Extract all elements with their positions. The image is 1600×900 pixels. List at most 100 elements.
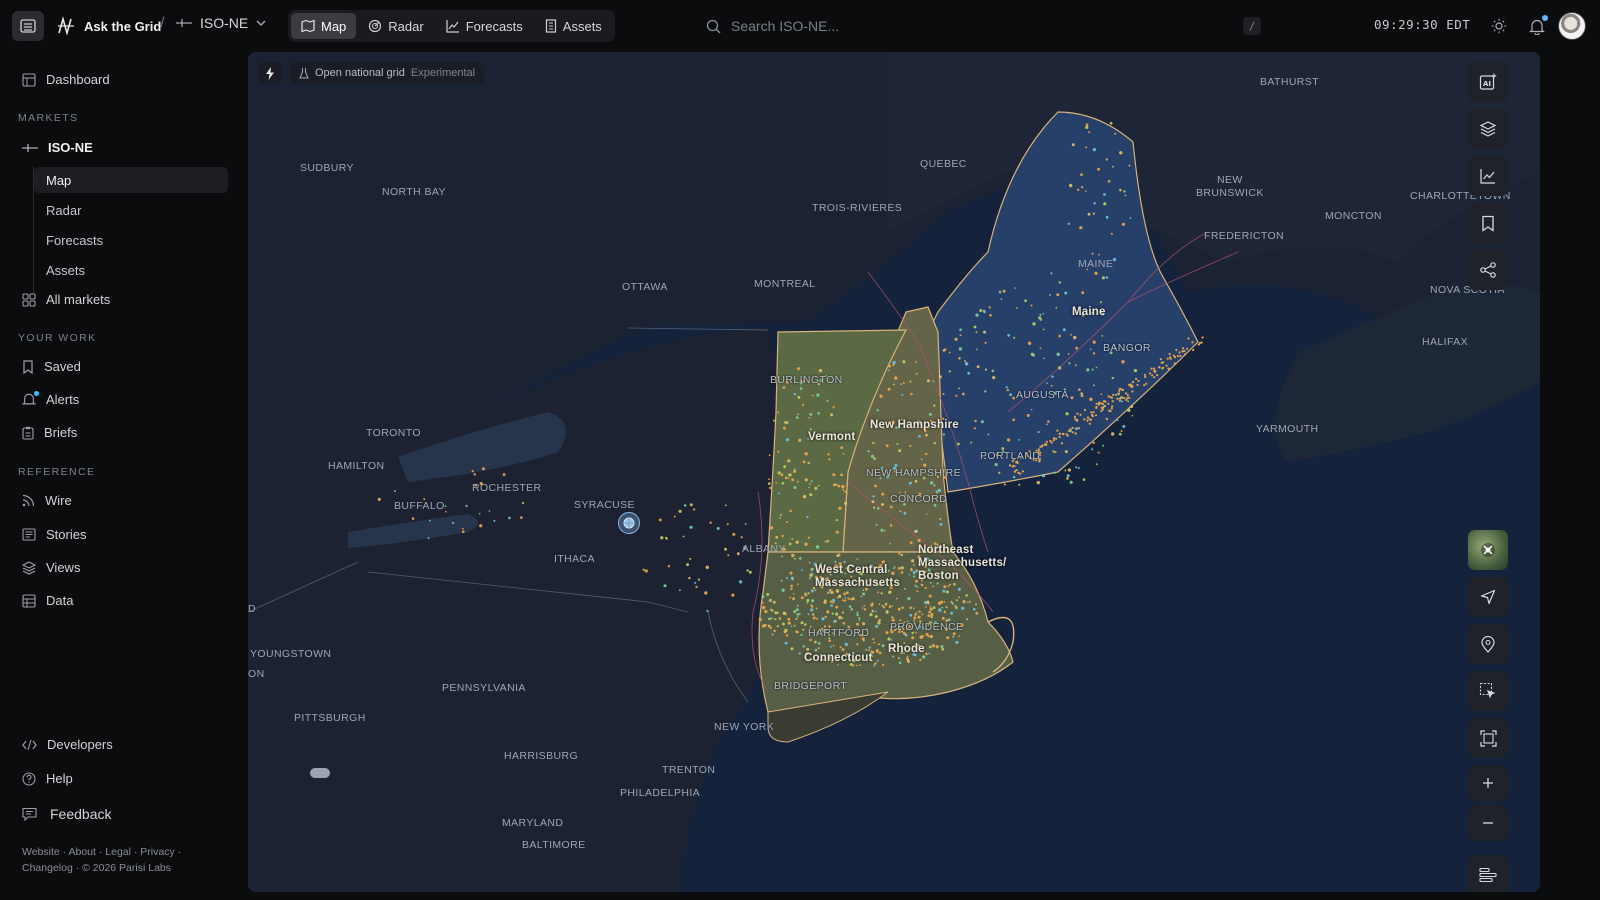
coast-dot	[1186, 347, 1189, 350]
share-button[interactable]	[1468, 250, 1508, 290]
sidebar-item-map[interactable]: Map	[34, 167, 228, 193]
coast-dot	[1125, 398, 1128, 402]
coast-dot	[1131, 390, 1134, 393]
ai-button[interactable]: AI	[1468, 62, 1508, 102]
asset-dot	[1000, 298, 1003, 301]
bookmark-icon	[1482, 215, 1494, 232]
zoom-in-button[interactable]	[1468, 765, 1508, 801]
asset-dot	[782, 386, 785, 389]
sidebar-item-wire[interactable]: Wire	[22, 493, 72, 508]
asset-dot	[704, 591, 708, 595]
coast-dot	[1166, 357, 1169, 360]
tab-radar[interactable]: Radar	[358, 13, 433, 39]
fit-bounds-button[interactable]	[1468, 718, 1508, 758]
coast-dot	[1083, 418, 1086, 421]
coast-dot	[1110, 396, 1114, 399]
asset-dot	[841, 599, 844, 602]
sidebar-item-dashboard[interactable]: Dashboard	[22, 72, 110, 87]
asset-dot	[1064, 450, 1068, 454]
national-grid-toggle[interactable]: Open national grid Experimental	[290, 62, 485, 84]
asset-dot	[835, 612, 839, 616]
sidebar-item-assets[interactable]: Assets	[34, 257, 228, 283]
sidebar-item-data[interactable]: Data	[22, 593, 73, 608]
sidebar-item-stories[interactable]: Stories	[22, 527, 86, 542]
satellite-toggle[interactable]	[1468, 530, 1508, 570]
asset-dot	[861, 607, 864, 609]
locate-button[interactable]	[1468, 624, 1508, 664]
sidebar-item-all-markets[interactable]: All markets	[22, 292, 110, 307]
footer-links[interactable]: Website · About · Legal · Privacy · Chan…	[22, 844, 222, 876]
asset-dot	[920, 458, 923, 461]
menu-button[interactable]	[12, 11, 44, 41]
asset-dot	[973, 427, 976, 430]
power-layer-button[interactable]	[258, 62, 282, 84]
sidebar-item-alerts[interactable]: Alerts	[22, 391, 79, 407]
zoom-out-button[interactable]	[1468, 805, 1508, 841]
brand[interactable]: Ask the Grid	[56, 16, 161, 36]
market-selector[interactable]: ISO-NE	[176, 15, 266, 31]
asset-dot	[841, 648, 845, 651]
asset-dot	[900, 566, 904, 570]
asset-dot	[1012, 475, 1016, 479]
asset-dot	[377, 497, 381, 501]
sidebar-item-views[interactable]: Views	[22, 560, 80, 575]
asset-dot	[764, 623, 767, 627]
bookmark-button[interactable]	[1468, 203, 1508, 243]
sidebar-item-forecasts[interactable]: Forecasts	[34, 227, 228, 253]
asset-dot	[1085, 190, 1087, 192]
asset-dot	[817, 411, 820, 415]
asset-dot	[847, 597, 850, 600]
table-icon	[22, 593, 36, 608]
coast-dot	[1039, 445, 1042, 448]
sidebar-item-help[interactable]: Help	[22, 771, 73, 786]
asset-dot	[874, 610, 877, 613]
asset-dot	[783, 421, 786, 424]
sidebar-item-developers[interactable]: Developers	[22, 737, 113, 752]
asset-dot	[789, 571, 793, 575]
legend-button[interactable]	[1468, 855, 1508, 892]
sidebar-item-saved[interactable]: Saved	[22, 359, 81, 374]
asset-dot	[781, 555, 783, 558]
navigate-button[interactable]	[1468, 577, 1508, 617]
asset-dot	[1091, 252, 1094, 255]
location-marker[interactable]	[618, 512, 640, 534]
asset-dot	[942, 433, 946, 436]
label-north-bay: NORTH BAY	[382, 186, 446, 198]
asset-dot	[493, 519, 496, 522]
notifications-button[interactable]	[1526, 15, 1548, 37]
coast-dot	[1116, 397, 1119, 400]
map-canvas[interactable]: Open national grid Experimental SUDBURY …	[248, 52, 1540, 892]
layers-button[interactable]	[1468, 109, 1508, 149]
label-yarmouth: YARMOUTH	[1256, 423, 1319, 435]
chart-button[interactable]	[1468, 156, 1508, 196]
tab-map[interactable]: Map	[291, 13, 357, 39]
tab-assets[interactable]: Assets	[535, 13, 612, 39]
coast-dot	[1175, 348, 1178, 352]
asset-dot	[764, 609, 768, 614]
avatar[interactable]	[1558, 12, 1586, 40]
coast-dot	[1128, 396, 1131, 399]
asset-dot	[824, 540, 827, 543]
sidebar-item-briefs[interactable]: Briefs	[22, 425, 77, 440]
asset-dot	[898, 657, 900, 660]
asset-dot	[797, 413, 800, 416]
select-area-button[interactable]	[1468, 671, 1508, 711]
asset-dot	[1085, 125, 1089, 129]
asset-dot	[968, 600, 971, 603]
search-input[interactable]: Search ISO-NE...	[706, 14, 1266, 38]
asset-dot	[921, 613, 924, 616]
sidebar-item-radar[interactable]: Radar	[34, 197, 228, 223]
sidebar-item-label: All markets	[46, 292, 111, 307]
sidebar-item-feedback[interactable]: Feedback	[22, 806, 111, 822]
sidebar-item-iso-ne[interactable]: ISO-NE	[22, 140, 93, 155]
asset-dot	[1131, 414, 1134, 417]
asset-dot	[1130, 405, 1134, 409]
coast-dot	[1013, 470, 1017, 473]
asset-dot	[462, 530, 465, 534]
asset-dot	[706, 609, 709, 613]
theme-toggle[interactable]	[1488, 15, 1510, 37]
asset-dot	[1066, 474, 1070, 478]
tab-forecasts[interactable]: Forecasts	[436, 13, 533, 39]
label-burlington: BURLINGTON	[770, 374, 843, 386]
label-sudbury: SUDBURY	[300, 162, 354, 174]
